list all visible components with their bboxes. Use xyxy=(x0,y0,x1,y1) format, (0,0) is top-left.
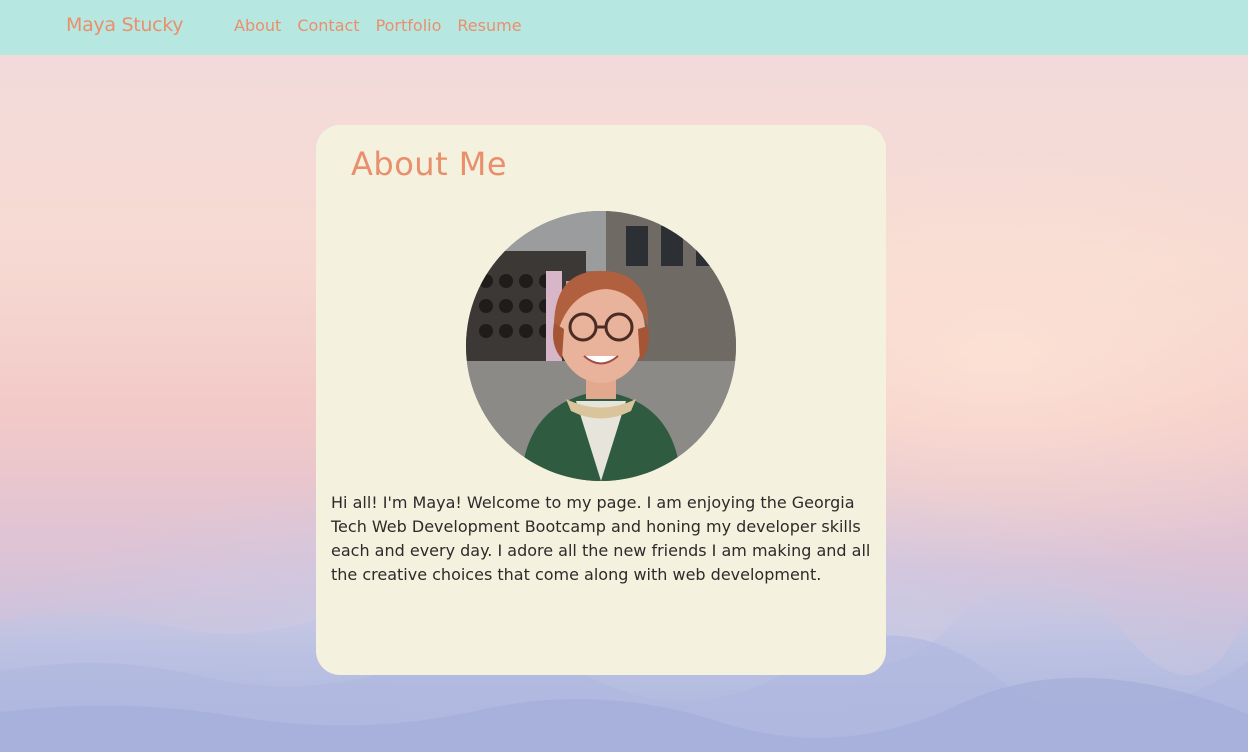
brand-link[interactable]: Maya Stucky xyxy=(66,14,184,36)
profile-photo-icon xyxy=(466,211,736,481)
about-card: About Me Hi all! I'm Maya! Welcome to my… xyxy=(316,125,886,675)
about-title: About Me xyxy=(351,145,508,183)
nav-link-resume[interactable]: Resume xyxy=(457,16,521,35)
about-bio: Hi all! I'm Maya! Welcome to my page. I … xyxy=(331,493,871,584)
profile-photo xyxy=(466,211,736,481)
nav-link-about[interactable]: About xyxy=(234,16,281,35)
nav-links: About Contact Portfolio Resume xyxy=(234,16,522,35)
nav-link-portfolio[interactable]: Portfolio xyxy=(376,16,442,35)
nav-link-contact[interactable]: Contact xyxy=(297,16,359,35)
top-navbar: Maya Stucky About Contact Portfolio Resu… xyxy=(0,0,1248,55)
